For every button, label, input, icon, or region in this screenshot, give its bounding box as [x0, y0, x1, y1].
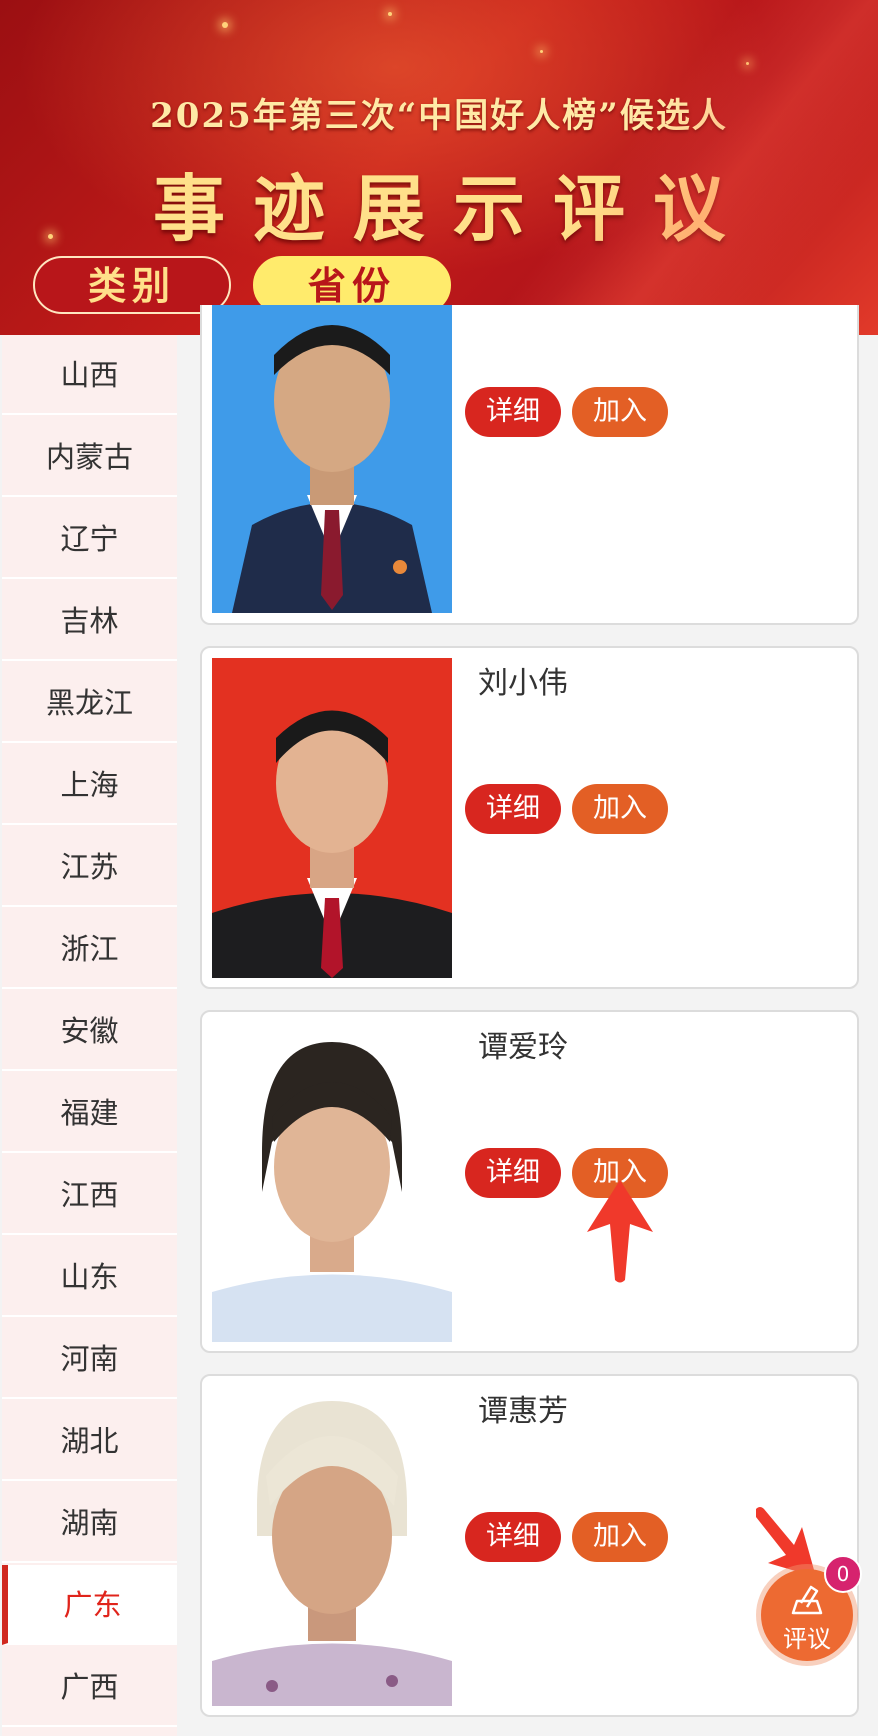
header-subtitle: 2025年第三次“中国好人榜”候选人 [150, 96, 728, 136]
candidate-photo [212, 1386, 452, 1706]
candidate-photo [212, 305, 452, 613]
detail-button[interactable]: 详细 [465, 1512, 561, 1562]
candidate-name: 刘小伟 [478, 666, 568, 701]
detail-button[interactable]: 详细 [465, 1148, 561, 1198]
sparkle-decoration [222, 22, 228, 28]
sidebar-item-jilin[interactable]: 吉林 [2, 581, 177, 661]
candidate-card: 详细 加入 [200, 305, 859, 625]
arrow-up-annotation [587, 1180, 653, 1283]
detail-button[interactable]: 详细 [465, 387, 561, 437]
header-banner: 2025年第三次“中国好人榜”候选人 事迹展示评议 类别 省份 [0, 0, 878, 335]
sidebar-item-shanxi[interactable]: 山西 [2, 335, 177, 415]
province-sidebar: 山西 内蒙古 辽宁 吉林 黑龙江 上海 江苏 浙江 安徽 福建 江西 山东 河南 湖北 湖南 广东 广西 [2, 335, 177, 1736]
review-button-label: 评议 [783, 1625, 831, 1653]
candidate-name: 谭惠芳 [478, 1394, 568, 1429]
sidebar-item-liaoning[interactable]: 辽宁 [2, 499, 177, 579]
sidebar-item-henan[interactable]: 河南 [2, 1319, 177, 1399]
join-button[interactable]: 加入 [572, 387, 668, 437]
join-button[interactable]: 加入 [572, 1512, 668, 1562]
sidebar-item-hubei[interactable]: 湖北 [2, 1401, 177, 1481]
join-button[interactable]: 加入 [572, 784, 668, 834]
ballot-icon [791, 1585, 823, 1615]
sidebar-item-fujian[interactable]: 福建 [2, 1073, 177, 1153]
sidebar-item-shanghai[interactable]: 上海 [2, 745, 177, 825]
sparkle-decoration [540, 50, 543, 53]
candidate-card: 谭爱玲 详细 加入 [200, 1010, 859, 1353]
sidebar-item-heilongjiang[interactable]: 黑龙江 [2, 663, 177, 743]
sidebar-item-zhejiang[interactable]: 浙江 [2, 909, 177, 989]
sidebar-item-hunan[interactable]: 湖南 [2, 1483, 177, 1563]
candidate-card: 刘小伟 详细 加入 [200, 646, 859, 989]
sidebar-item-neimenggu[interactable]: 内蒙古 [2, 417, 177, 497]
sparkle-decoration [388, 12, 392, 16]
sidebar-item-shandong[interactable]: 山东 [2, 1237, 177, 1317]
candidate-photo [212, 658, 452, 978]
candidate-name: 谭爱玲 [478, 1030, 568, 1065]
sidebar-item-guangdong[interactable]: 广东 [2, 1565, 177, 1645]
sidebar-item-jiangxi[interactable]: 江西 [2, 1155, 177, 1235]
review-count-badge: 0 [824, 1555, 862, 1593]
sidebar-item-jiangsu[interactable]: 江苏 [2, 827, 177, 907]
sparkle-decoration [746, 62, 749, 65]
sidebar-item-anhui[interactable]: 安徽 [2, 991, 177, 1071]
candidate-photo [212, 1022, 452, 1342]
header-title: 事迹展示评议 [152, 166, 753, 251]
sidebar-item-guangxi[interactable]: 广西 [2, 1647, 177, 1727]
detail-button[interactable]: 详细 [465, 784, 561, 834]
